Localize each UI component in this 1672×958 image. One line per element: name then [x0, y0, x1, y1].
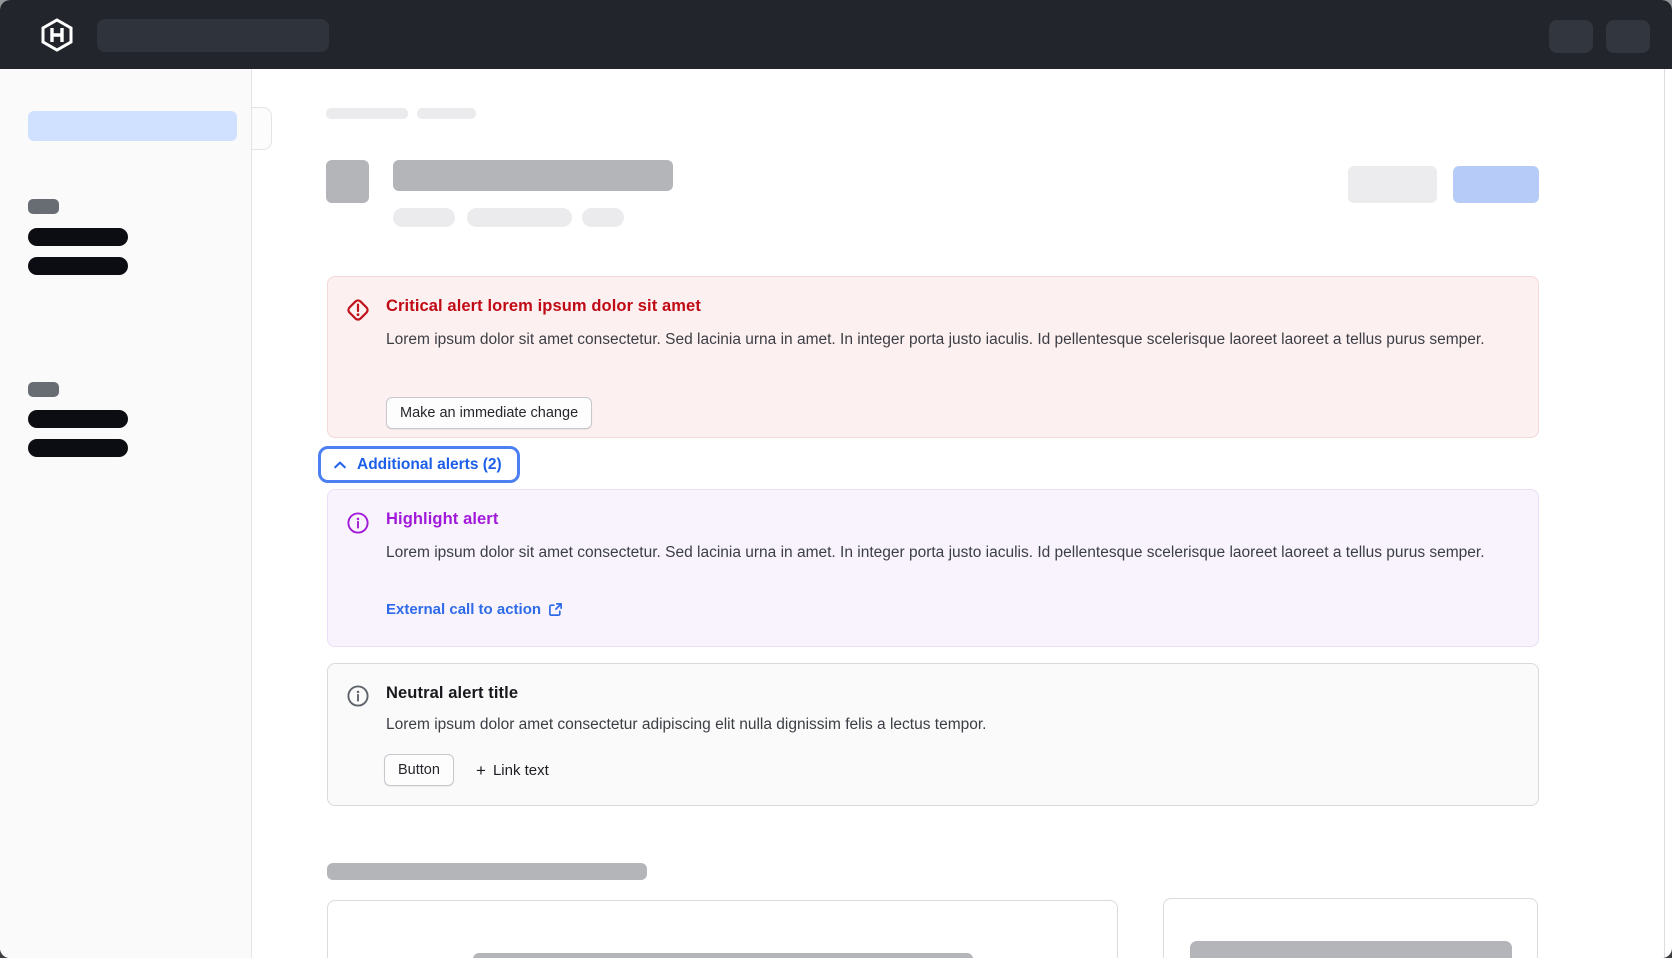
- app-window: Critical alert lorem ipsum dolor sit ame…: [0, 0, 1672, 958]
- sidebar-active-item[interactable]: [28, 111, 237, 141]
- neutral-alert-button[interactable]: Button: [384, 754, 454, 786]
- highlight-alert-body: Lorem ipsum dolor sit amet consectetur. …: [386, 541, 1526, 565]
- info-circle-icon: [347, 512, 373, 538]
- neutral-alert-plus-link[interactable]: + Link text: [476, 754, 549, 786]
- sidebar-item-skeleton[interactable]: [28, 228, 128, 246]
- header-primary-button[interactable]: [1453, 166, 1539, 203]
- critical-alert: Critical alert lorem ipsum dolor sit ame…: [327, 276, 1539, 438]
- highlight-alert-external-link[interactable]: External call to action: [386, 601, 563, 618]
- additional-alerts-toggle-label: Additional alerts (2): [357, 456, 502, 474]
- sidebar-item-skeleton[interactable]: [28, 257, 128, 275]
- navbar-action-button-2[interactable]: [1606, 20, 1650, 53]
- section-title-skeleton: [327, 863, 647, 880]
- header-secondary-button[interactable]: [1348, 166, 1437, 203]
- chevron-up-icon: [332, 457, 348, 473]
- plus-link-label: Link text: [493, 762, 549, 779]
- highlight-alert: Highlight alert Lorem ipsum dolor sit am…: [327, 489, 1539, 647]
- critical-alert-body: Lorem ipsum dolor sit amet consectetur. …: [386, 328, 1526, 352]
- hashicorp-logo-icon: [40, 18, 74, 52]
- plus-icon: +: [476, 762, 486, 779]
- alert-diamond-icon: [345, 297, 371, 323]
- additional-alerts-toggle[interactable]: Additional alerts (2): [318, 446, 520, 483]
- critical-alert-title: Critical alert lorem ipsum dolor sit ame…: [386, 297, 701, 316]
- card-content-skeleton: [1190, 941, 1512, 958]
- sidebar-section-label-skeleton: [28, 199, 59, 214]
- breadcrumb-skeleton: [326, 108, 408, 119]
- info-circle-icon: [347, 685, 373, 711]
- card-content-skeleton: [473, 953, 973, 958]
- page-meta-skeleton: [467, 208, 572, 227]
- page-title-skeleton: [393, 160, 673, 191]
- neutral-alert-title: Neutral alert title: [386, 684, 518, 703]
- navbar-action-button-1[interactable]: [1549, 20, 1593, 53]
- external-link-icon: [548, 602, 563, 617]
- page-icon-skeleton: [326, 160, 369, 203]
- page-meta-skeleton: [582, 208, 624, 227]
- sidebar-section-label-skeleton: [28, 382, 59, 397]
- top-navbar: [0, 0, 1672, 69]
- sidebar-item-skeleton[interactable]: [28, 439, 128, 457]
- sidebar-collapse-handle[interactable]: [252, 107, 272, 150]
- external-link-label: External call to action: [386, 601, 541, 618]
- sidebar: [0, 69, 252, 958]
- card: [327, 900, 1118, 958]
- page-meta-skeleton: [393, 208, 455, 227]
- highlight-alert-title: Highlight alert: [386, 510, 498, 529]
- neutral-alert: Neutral alert title Lorem ipsum dolor am…: [327, 663, 1539, 806]
- neutral-alert-body: Lorem ipsum dolor amet consectetur adipi…: [386, 713, 1526, 737]
- critical-alert-action-button[interactable]: Make an immediate change: [386, 397, 592, 429]
- content-right-divider: [1664, 69, 1665, 958]
- navbar-search-input[interactable]: [97, 19, 329, 52]
- breadcrumb-skeleton: [417, 108, 476, 119]
- sidebar-item-skeleton[interactable]: [28, 410, 128, 428]
